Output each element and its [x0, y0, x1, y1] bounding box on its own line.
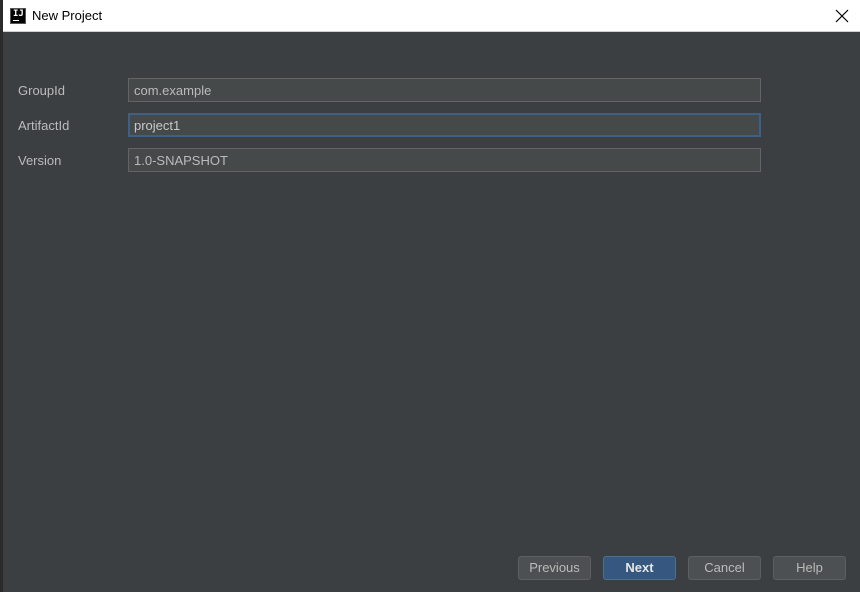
intellij-idea-icon: IJ: [10, 8, 26, 24]
help-button[interactable]: Help: [773, 556, 846, 580]
app-icon-text: IJ: [13, 9, 24, 19]
next-button[interactable]: Next: [603, 556, 676, 580]
artifactid-field[interactable]: [128, 113, 761, 137]
groupid-field[interactable]: [128, 78, 761, 102]
background-window-edge: [0, 0, 3, 32]
close-button[interactable]: [830, 4, 854, 28]
cancel-button[interactable]: Cancel: [688, 556, 761, 580]
dialog-body: GroupId ArtifactId Version: [3, 32, 860, 592]
close-icon: [835, 9, 849, 23]
version-field[interactable]: [128, 148, 761, 172]
groupid-label: GroupId: [18, 83, 65, 98]
artifactid-label: ArtifactId: [18, 118, 70, 133]
version-label: Version: [18, 153, 62, 168]
title-bar: IJ New Project: [0, 0, 860, 32]
window-title: New Project: [32, 8, 103, 23]
previous-button[interactable]: Previous: [518, 556, 591, 580]
